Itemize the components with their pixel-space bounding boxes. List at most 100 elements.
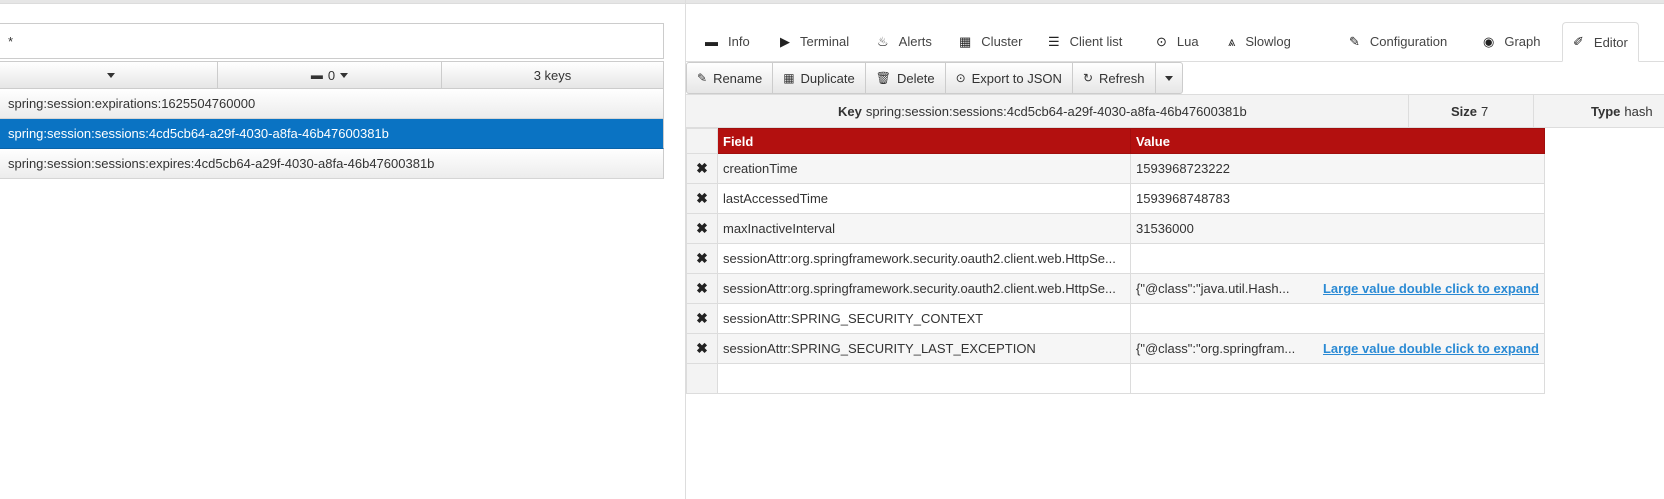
main-panel: ▬ Info ▶ Terminal ♨ Alerts ▦ Cluster ☰ Client… [685,0,1664,499]
key-list-item-selected[interactable]: spring:session:sessions:4cd5cb64-a29f-40… [0,119,664,149]
delete-row-icon[interactable]: ✖ [686,153,718,184]
key-info-bar: Key spring:session:sessions:4cd5cb64-a29f… [686,94,1664,128]
tab-label: Info [728,34,750,49]
delete-row-icon[interactable]: ✖ [686,303,718,334]
tab-graph[interactable]: ◉ Graph [1473,22,1550,61]
key-list-item[interactable]: spring:session:sessions:expires:4cd5cb64… [0,149,664,179]
key-search-input[interactable] [0,24,656,58]
delete-row-icon[interactable]: ✖ [686,273,718,304]
expand-value-link[interactable]: Large value double click to expand [1323,281,1539,296]
size-value: 7 [1481,103,1489,119]
refresh-label: Refresh [1099,70,1145,86]
column-header-field: Field [717,128,1131,154]
table-row[interactable]: ✖ sessionAttr:SPRING_SECURITY_CONTEXT [686,303,1545,334]
table-row[interactable]: ✖ lastAccessedTime 1593968748783 [686,183,1545,214]
export-json-button[interactable]: ⊙ Export to JSON [944,62,1073,94]
key-name-info: Key spring:session:sessions:4cd5cb64-a29f… [838,95,1247,127]
key-name: spring:session:sessions:4cd5cb64-a29f-40… [8,126,389,141]
more-dropdown-button[interactable] [1154,62,1183,94]
keys-count-label: 3 keys [533,67,572,83]
key-name: spring:session:sessions:expires:4cd5cb64… [8,156,435,171]
table-row[interactable]: ✖ sessionAttr:org.springframework.securi… [686,243,1545,274]
value-cell[interactable]: {"@class":"java.util.Hash... Large value … [1130,273,1545,304]
tab-label: Client list [1069,34,1123,49]
caret-down-icon [340,72,349,78]
value-preview: {"@class":"java.util.Hash... [1136,281,1290,296]
duplicate-button[interactable]: ▦ Duplicate [772,62,866,94]
delete-row-icon[interactable]: ✖ [686,183,718,214]
duplicate-icon: ▦ [783,71,795,85]
header-corner [686,128,718,154]
tab-terminal[interactable]: ▶ Terminal [770,22,859,61]
rename-label: Rename [713,70,763,86]
delete-row-icon[interactable]: ✖ [686,333,718,364]
value-cell[interactable]: {"@class":"org.springfram... Large value … [1130,333,1545,364]
type-filter-dropdown[interactable] [0,61,218,89]
list-icon: ☰ [1048,33,1060,49]
value-cell[interactable] [1130,243,1545,274]
tab-label: Slowlog [1245,34,1291,49]
keys-count: 3 keys [442,61,664,89]
database-select-dropdown[interactable]: ▬ 0 [218,61,442,89]
tab-label: Graph [1504,34,1541,49]
hash-value-table: Field Value ✖ creationTime 1593968723222… [686,128,1545,394]
tab-label: Cluster [981,34,1023,49]
field-cell[interactable]: sessionAttr:SPRING_SECURITY_CONTEXT [717,303,1131,334]
th-icon: ▦ [959,33,972,49]
database-index: 0 [327,67,336,83]
tab-alerts[interactable]: ♨ Alerts [867,22,942,61]
tab-info[interactable]: ▬ Info [695,22,760,61]
divider [1533,95,1534,127]
field-cell[interactable]: sessionAttr:org.springframework.security… [717,273,1131,304]
eye-icon: ◉ [1483,33,1495,49]
tab-label: Lua [1176,34,1199,49]
expand-value-link[interactable]: Large value double click to expand [1323,341,1539,356]
column-header-value: Value [1130,128,1545,154]
table-header-row: Field Value [686,128,1545,154]
table-row[interactable]: ✖ creationTime 1593968723222 [686,153,1545,184]
play-circle-icon: ⊙ [1156,33,1167,49]
key-name: spring:session:expirations:1625504760000 [8,96,256,111]
empty-row-marker [686,363,718,394]
key-search-field[interactable] [0,23,664,59]
tab-cluster[interactable]: ▦ Cluster [949,22,1032,61]
table-row[interactable]: ✖ maxInactiveInterval 31536000 [686,213,1545,244]
server-icon: ▬ [705,34,718,49]
trash-icon: 🗑 [875,71,891,85]
delete-button[interactable]: 🗑 Delete [864,62,946,94]
tab-client-list[interactable]: ☰ Client list [1038,22,1132,61]
key-label: Key [838,103,862,119]
refresh-icon: ↻ [1082,71,1093,85]
value-cell[interactable] [1130,303,1545,334]
tab-label: Alerts [898,34,932,49]
table-row[interactable]: ✖ sessionAttr:SPRING_SECURITY_LAST_EXCEP… [686,333,1545,364]
refresh-button[interactable]: ↻ Refresh [1071,62,1156,94]
tab-lua[interactable]: ⊙ Lua [1146,22,1209,61]
key-toolbar: ✎ Rename ▦ Duplicate 🗑 Delete ⊙ Export to JS… [686,62,1183,94]
key-value: spring:session:sessions:4cd5cb64-a29f-40… [865,103,1247,119]
tab-bar: ▬ Info ▶ Terminal ♨ Alerts ▦ Cluster ☰ Client… [686,22,1664,62]
new-value-cell[interactable] [1130,363,1545,394]
value-cell[interactable]: 1593968723222 [1130,153,1545,184]
field-cell[interactable]: lastAccessedTime [717,183,1131,214]
key-list: spring:session:expirations:1625504760000… [0,89,664,179]
new-row[interactable] [686,363,1545,394]
edit-icon: ✐ [1573,34,1584,49]
tab-configuration[interactable]: ✎ Configuration [1339,22,1457,61]
value-cell[interactable]: 1593968748783 [1130,183,1545,214]
field-cell[interactable]: creationTime [717,153,1131,184]
tab-editor[interactable]: ✐ Editor [1562,22,1639,62]
tab-slowlog[interactable]: ⩓ Slowlog [1218,22,1301,61]
field-cell[interactable]: maxInactiveInterval [717,213,1131,244]
key-list-item[interactable]: spring:session:expirations:1625504760000 [0,89,664,119]
field-cell[interactable]: sessionAttr:SPRING_SECURITY_LAST_EXCEPTI… [717,333,1131,364]
rename-button[interactable]: ✎ Rename [686,62,774,94]
new-field-cell[interactable] [717,363,1131,394]
duplicate-label: Duplicate [800,70,855,86]
delete-row-icon[interactable]: ✖ [686,213,718,244]
field-cell[interactable]: sessionAttr:org.springframework.security… [717,243,1131,274]
table-row[interactable]: ✖ sessionAttr:org.springframework.securi… [686,273,1545,304]
value-cell[interactable]: 31536000 [1130,213,1545,244]
delete-row-icon[interactable]: ✖ [686,243,718,274]
size-info: Size 7 [1451,95,1488,127]
